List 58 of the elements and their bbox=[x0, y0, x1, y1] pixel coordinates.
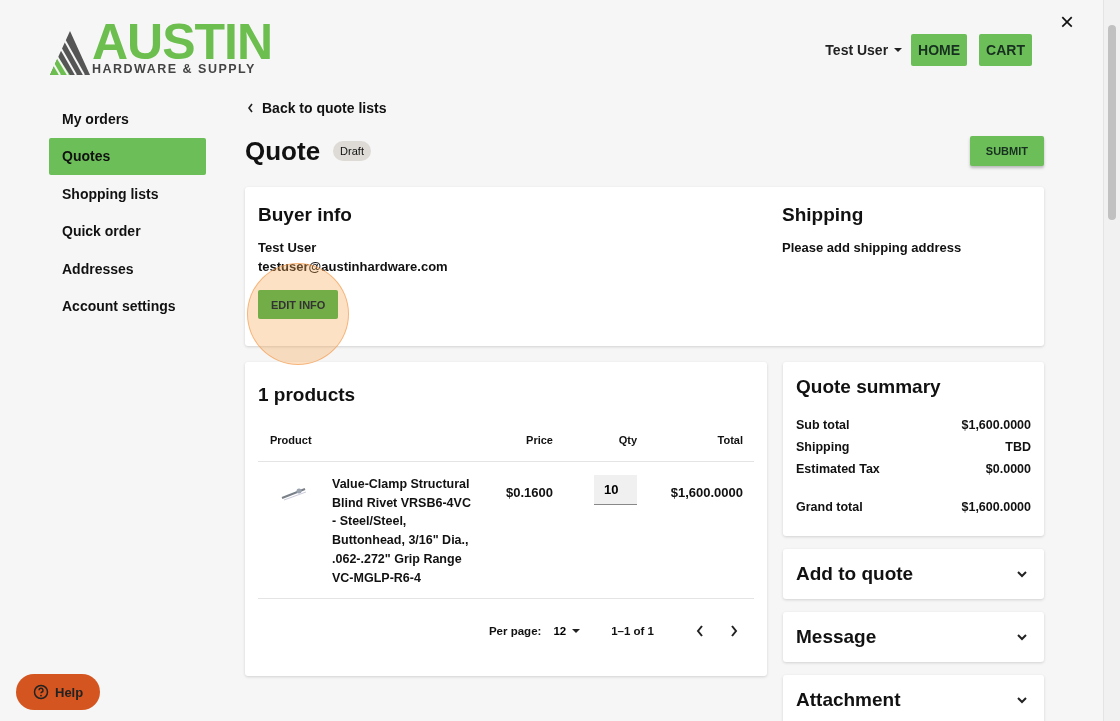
close-button[interactable]: × bbox=[1058, 6, 1076, 38]
summary-value: $0.0000 bbox=[985, 461, 1031, 478]
column-header: Price bbox=[525, 434, 553, 446]
sidebar-item[interactable]: My orders bbox=[49, 100, 206, 138]
submit-button[interactable]: SUBMIT bbox=[969, 136, 1044, 166]
sidebar-item[interactable]: Account settings bbox=[49, 287, 206, 325]
summary-label: Grand total bbox=[796, 499, 863, 516]
caret-icon bbox=[893, 47, 904, 53]
chevron-icon bbox=[1016, 696, 1028, 704]
section-heading: Buyer info bbox=[258, 204, 353, 226]
logo-wordmark: AUSTIN bbox=[92, 22, 273, 62]
summary-value: TBD bbox=[1005, 439, 1031, 456]
user-menu[interactable]: Test User bbox=[825, 42, 904, 58]
column-header: Product bbox=[269, 434, 313, 446]
help-button[interactable]: Help bbox=[16, 674, 101, 710]
section-heading: 1 products bbox=[258, 384, 357, 406]
buyer-email: testuser@austinhardware.com bbox=[258, 258, 449, 276]
product-name: Value-Clamp Structural Blind Rivet VRSB6-4VC - Steel/Steel, Buttonhead, 3/16" Dia., .062-.272" Grip Range VC-MGLP-R6-4 bbox=[332, 476, 472, 587]
summary-value: $1,600.0000 bbox=[961, 417, 1031, 434]
scrollbar[interactable] bbox=[1103, 0, 1120, 721]
section-heading: Quote summary bbox=[796, 376, 942, 398]
summary-value: $1,600.0000 bbox=[961, 499, 1031, 516]
sidebar-item[interactable]: Quotes bbox=[49, 137, 206, 175]
section-heading: Shipping bbox=[782, 204, 865, 226]
accordion-header[interactable]: Message bbox=[783, 612, 1044, 662]
page-range: 1–1 of 1 bbox=[611, 625, 654, 638]
table-cell-text: $1,600.0000 bbox=[669, 484, 743, 502]
edit-info-button[interactable]: EDIT INFO bbox=[258, 290, 339, 319]
table-cell-text: $0.1600 bbox=[505, 484, 553, 502]
logo-tagline: HARDWARE & SUPPLY bbox=[92, 62, 257, 76]
column-header: Qty bbox=[617, 434, 637, 446]
page-title: Quote bbox=[245, 135, 321, 167]
caret-icon bbox=[571, 628, 582, 635]
accordion-header[interactable]: Attachment bbox=[783, 675, 1044, 721]
nav-button[interactable]: CART bbox=[979, 34, 1032, 66]
chevron-icon bbox=[1016, 633, 1028, 641]
summary-label: Shipping bbox=[796, 439, 850, 456]
summary-label: Estimated Tax bbox=[796, 461, 880, 478]
sidebar-item[interactable]: Shopping lists bbox=[49, 175, 206, 213]
shipping-message: Please add shipping address bbox=[782, 239, 963, 257]
quantity-field[interactable]: 10 bbox=[594, 475, 637, 505]
chevron-left-icon bbox=[247, 103, 254, 113]
nav-button[interactable]: HOME bbox=[911, 34, 968, 66]
per-page-label: Per page: bbox=[488, 625, 542, 638]
sidebar-item[interactable]: Addresses bbox=[49, 250, 206, 288]
logo-icon bbox=[50, 31, 90, 75]
sidebar-item[interactable]: Quick order bbox=[49, 212, 206, 250]
buyer-name: Test User bbox=[258, 239, 318, 257]
column-header: Total bbox=[716, 434, 743, 446]
chevron-right-icon bbox=[730, 625, 738, 638]
status-badge: Draft bbox=[333, 141, 371, 161]
help-icon bbox=[33, 684, 49, 700]
summary-label: Sub total bbox=[796, 417, 850, 434]
per-page-select[interactable]: 12 bbox=[553, 625, 582, 638]
chevron-icon bbox=[1016, 570, 1028, 578]
accordion-header[interactable]: Add to quote bbox=[783, 549, 1044, 599]
chevron-left-icon bbox=[696, 625, 704, 638]
back-link[interactable]: Back to quote lists bbox=[247, 100, 1044, 116]
